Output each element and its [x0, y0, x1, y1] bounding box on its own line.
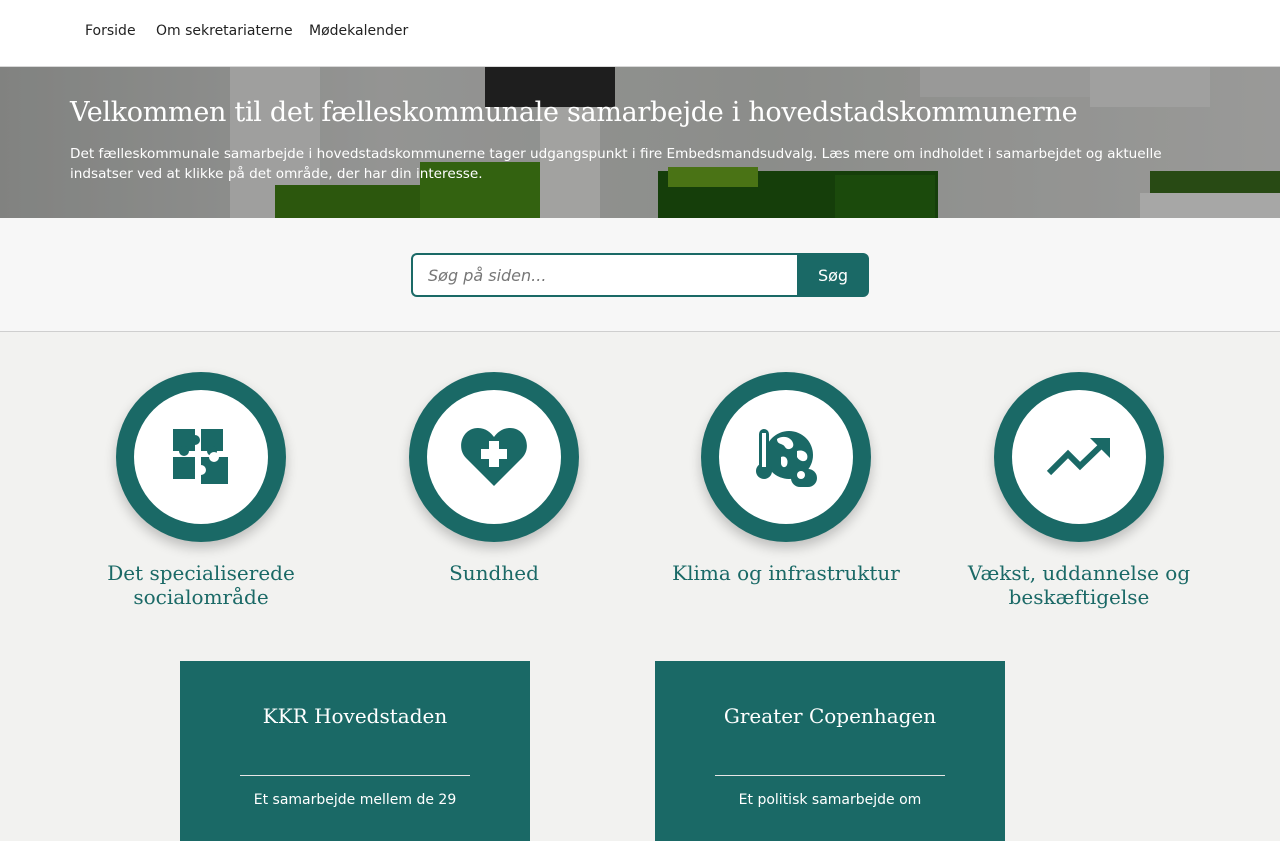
category-icon-ring [409, 372, 579, 542]
card-text: Et politisk samarbejde om [738, 792, 922, 808]
category-sundhed[interactable]: Sundhed [369, 372, 619, 585]
puzzle-icon [173, 429, 228, 484]
card-divider [715, 775, 945, 776]
nav-item-moedekalender[interactable]: Mødekalender [309, 23, 408, 39]
search-button[interactable]: Søg [797, 253, 869, 297]
category-specialiserede-socialomraade[interactable]: Det specialiserede socialområde [76, 372, 326, 609]
card-divider [240, 775, 470, 776]
nav-item-om-sekretariaterne[interactable]: Om sekretariaterne [156, 23, 293, 39]
category-label: Det specialiserede socialområde [107, 561, 295, 609]
hero-title: Velkommen til det fælleskommunale samarb… [70, 97, 1078, 128]
search-input[interactable] [411, 253, 798, 297]
search-section: Søg [0, 218, 1280, 332]
hero-banner: Velkommen til det fælleskommunale samarb… [0, 67, 1280, 218]
category-klima-og-infrastruktur[interactable]: Klima og infrastruktur [661, 372, 911, 585]
hero-intro-text: Det fælleskommunale samarbejde i hovedst… [70, 146, 1162, 182]
card-text: Et samarbejde mellem de 29 [253, 792, 457, 808]
category-label: Klima og infrastruktur [672, 561, 900, 585]
category-icon-ring [994, 372, 1164, 542]
category-label: Sundhed [449, 561, 539, 585]
category-label: Vækst, uddannelse og beskæftigelse [967, 561, 1191, 609]
globe-climate-icon [756, 429, 817, 487]
heart-plus-icon [461, 428, 527, 486]
card-title: KKR Hovedstaden [262, 704, 448, 728]
category-icon-ring [701, 372, 871, 542]
card-greater-copenhagen[interactable]: Greater Copenhagen Et politisk samarbejd… [655, 661, 1005, 841]
card-kkr-hovedstaden[interactable]: KKR Hovedstaden Et samarbejde mellem de … [180, 661, 530, 841]
trend-up-icon [1046, 438, 1110, 476]
category-icon-ring [116, 372, 286, 542]
top-navigation: Forside Om sekretariaterne Mødekalender [0, 0, 1280, 67]
card-title: Greater Copenhagen [723, 704, 937, 728]
hero-overlay [0, 67, 1280, 218]
nav-item-forside[interactable]: Forside [85, 23, 136, 39]
category-vaekst-uddannelse-beskaeftigelse[interactable]: Vækst, uddannelse og beskæftigelse [954, 372, 1204, 609]
